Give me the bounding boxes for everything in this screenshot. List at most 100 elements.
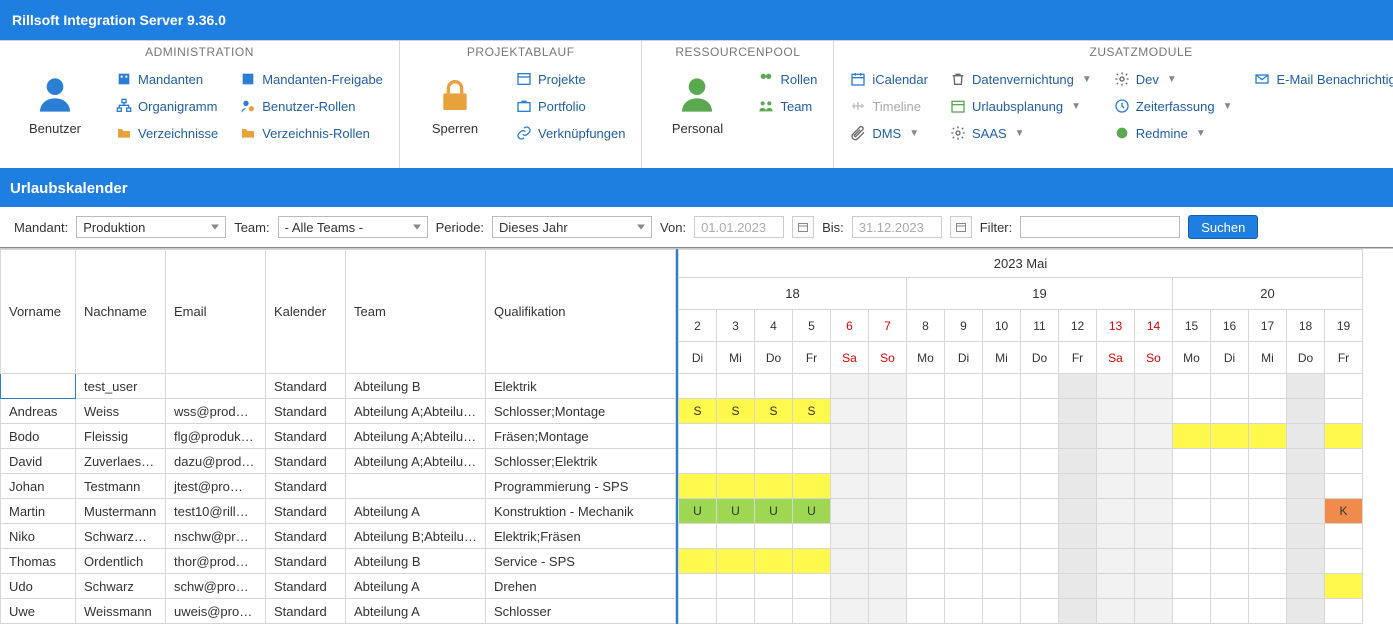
ribbon-item-portfolio[interactable]: Portfolio <box>510 94 631 118</box>
ribbon-item-projekte[interactable]: Projekte <box>510 67 631 91</box>
cell-vorname[interactable]: Bodo <box>1 424 76 449</box>
ribbon-item-team[interactable]: Team <box>752 94 823 118</box>
table-row[interactable]: MartinMustermanntest10@rill…StandardAbte… <box>1 499 676 524</box>
calendar-cell[interactable] <box>1021 449 1059 474</box>
calendar-cell[interactable] <box>1325 374 1363 399</box>
cell-kalender[interactable]: Standard <box>266 574 346 599</box>
calendar-cell[interactable] <box>755 474 793 499</box>
calendar-cell[interactable] <box>1021 474 1059 499</box>
calendar-cell[interactable] <box>1325 399 1363 424</box>
calendar-cell[interactable] <box>1173 499 1211 524</box>
calendar-cell[interactable] <box>1097 474 1135 499</box>
calendar-cell[interactable] <box>1211 574 1249 599</box>
calendar-cell[interactable] <box>945 549 983 574</box>
ribbon-item-verzeichnisse[interactable]: Verzeichnisse <box>110 121 224 145</box>
table-row[interactable]: JohanTestmannjtest@pro…StandardProgrammi… <box>1 474 676 499</box>
cell-nachname[interactable]: Weissmann <box>76 599 166 624</box>
calendar-cell[interactable] <box>1021 374 1059 399</box>
col-header-email[interactable]: Email <box>166 250 266 374</box>
calendar-cell[interactable] <box>1173 474 1211 499</box>
cell-vorname[interactable] <box>1 374 76 399</box>
cell-team[interactable]: Abteilung A;Abteilu… <box>346 449 486 474</box>
calendar-cell[interactable] <box>945 449 983 474</box>
calendar-cell[interactable] <box>907 574 945 599</box>
calendar-cell[interactable] <box>1287 574 1325 599</box>
cell-team[interactable]: Abteilung A;Abteilu… <box>346 424 486 449</box>
col-header-team[interactable]: Team <box>346 250 486 374</box>
cell-team[interactable]: Abteilung A <box>346 574 486 599</box>
calendar-cell[interactable] <box>679 424 717 449</box>
calendar-cell[interactable] <box>907 374 945 399</box>
calendar-cell[interactable] <box>1097 549 1135 574</box>
calendar-cell[interactable] <box>1135 599 1173 624</box>
calendar-cell[interactable] <box>1287 374 1325 399</box>
calendar-cell[interactable] <box>983 449 1021 474</box>
cell-email[interactable]: jtest@pro… <box>166 474 266 499</box>
calendar-cell[interactable] <box>869 549 907 574</box>
calendar-cell[interactable] <box>793 424 831 449</box>
calendar-cell[interactable] <box>1325 574 1363 599</box>
ribbon-item-mandanten-freigabe[interactable]: Mandanten-Freigabe <box>234 67 389 91</box>
calendar-cell[interactable] <box>717 424 755 449</box>
calendar-cell[interactable] <box>1211 374 1249 399</box>
ribbon-item-urlaubsplanung[interactable]: Urlaubsplanung▼ <box>944 94 1098 118</box>
calendar-cell[interactable] <box>1287 399 1325 424</box>
ribbon-big-sperren[interactable]: Sperren <box>410 67 500 160</box>
calendar-cell[interactable] <box>907 449 945 474</box>
calendar-cell[interactable] <box>1097 499 1135 524</box>
col-header-nachname[interactable]: Nachname <box>76 250 166 374</box>
calendar-cell[interactable] <box>1325 449 1363 474</box>
ribbon-big-personal[interactable]: Personal <box>652 67 742 160</box>
calendar-cell[interactable] <box>907 499 945 524</box>
table-row[interactable]: NikoSchwarzm…nschw@pr…StandardAbteilung … <box>1 524 676 549</box>
cell-kalender[interactable]: Standard <box>266 424 346 449</box>
calendar-cell[interactable] <box>679 524 717 549</box>
calendar-cell[interactable] <box>869 599 907 624</box>
calendar-cell[interactable] <box>907 599 945 624</box>
calendar-cell[interactable] <box>679 374 717 399</box>
cell-vorname[interactable]: Andreas <box>1 399 76 424</box>
calendar-cell[interactable] <box>1287 424 1325 449</box>
calendar-cell[interactable] <box>831 574 869 599</box>
calendar-cell[interactable] <box>679 599 717 624</box>
cell-team[interactable]: Abteilung A;Abteilu… <box>346 399 486 424</box>
calendar-cell[interactable] <box>1135 374 1173 399</box>
cell-email[interactable]: flg@produk… <box>166 424 266 449</box>
calendar-cell[interactable] <box>831 474 869 499</box>
ribbon-item-mandanten[interactable]: Mandanten <box>110 67 224 91</box>
calendar-cell[interactable] <box>1059 374 1097 399</box>
calendar-cell[interactable] <box>945 424 983 449</box>
von-calendar-button[interactable] <box>792 216 814 238</box>
calendar-cell[interactable] <box>679 449 717 474</box>
cell-qual[interactable]: Elektrik;Fräsen <box>486 524 676 549</box>
cell-team[interactable]: Abteilung A <box>346 599 486 624</box>
calendar-cell[interactable] <box>717 524 755 549</box>
ribbon-item-verknuepfungen[interactable]: Verknüpfungen <box>510 121 631 145</box>
calendar-cell[interactable] <box>1173 424 1211 449</box>
calendar-cell[interactable]: U <box>679 499 717 524</box>
calendar-cell[interactable] <box>1211 499 1249 524</box>
calendar-cell[interactable] <box>1173 599 1211 624</box>
cell-nachname[interactable]: Fleissig <box>76 424 166 449</box>
table-row[interactable]: UweWeissmannuweis@pro…StandardAbteilung … <box>1 599 676 624</box>
ribbon-item-icalendar[interactable]: iCalendar <box>844 67 934 91</box>
calendar-cell[interactable] <box>945 599 983 624</box>
col-header-kalender[interactable]: Kalender <box>266 250 346 374</box>
calendar-cell[interactable] <box>1021 549 1059 574</box>
calendar-cell[interactable] <box>1211 399 1249 424</box>
cell-email[interactable]: thor@prod… <box>166 549 266 574</box>
calendar-cell[interactable] <box>1325 474 1363 499</box>
calendar-cell[interactable] <box>1135 524 1173 549</box>
calendar-cell[interactable] <box>907 399 945 424</box>
calendar-cell[interactable] <box>793 599 831 624</box>
calendar-cell[interactable] <box>945 499 983 524</box>
calendar-cell[interactable] <box>1021 499 1059 524</box>
calendar-cell[interactable] <box>1249 524 1287 549</box>
calendar-cell[interactable] <box>869 399 907 424</box>
cell-kalender[interactable]: Standard <box>266 599 346 624</box>
calendar-cell[interactable] <box>907 424 945 449</box>
calendar-cell[interactable] <box>1059 474 1097 499</box>
calendar-cell[interactable]: U <box>793 499 831 524</box>
cell-qual[interactable]: Drehen <box>486 574 676 599</box>
bis-input[interactable]: 31.12.2023 <box>852 216 942 238</box>
